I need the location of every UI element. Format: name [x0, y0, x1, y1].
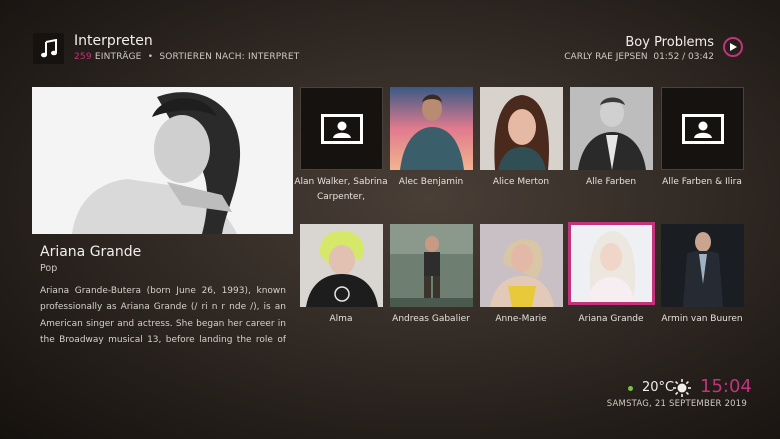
status-dot: [628, 386, 633, 391]
now-playing-title: Boy Problems: [625, 35, 714, 50]
now-playing-artist: CARLY RAE JEPSEN: [564, 52, 648, 62]
music-note-icon: [33, 33, 64, 64]
temperature: 20°C: [642, 380, 675, 395]
artist-label: Alec Benjamin: [398, 177, 464, 187]
artist-label: Andreas Gabalier: [392, 314, 470, 324]
now-playing-time: 01:52 / 03:42: [653, 52, 714, 62]
featured-artist-genre: Pop: [40, 263, 58, 274]
entries-count: 259: [74, 52, 92, 62]
play-icon: [730, 43, 737, 51]
artist-label: Alle Farben & Ilira: [662, 177, 742, 187]
artist-label: Ariana Grande: [578, 314, 644, 324]
artist-tile-alma[interactable]: [300, 224, 383, 307]
artist-label: Anne-Marie: [495, 314, 547, 324]
artist-tile-andreas-gabalier[interactable]: [390, 224, 473, 307]
image-placeholder-icon: [320, 113, 363, 144]
artist-tile-alle-farben-ilira[interactable]: [661, 87, 744, 170]
artist-tile-alec-benjamin[interactable]: [390, 87, 473, 170]
artist-tile-ariana-grande[interactable]: [568, 222, 655, 305]
artist-tile-alle-farben[interactable]: [570, 87, 653, 170]
artist-label: Armin van Buuren: [661, 314, 743, 324]
page-title: Interpreten: [74, 33, 153, 49]
now-playing-info: CARLY RAE JEPSEN 01:52 / 03:42: [564, 52, 714, 62]
artist-tile-anne-marie[interactable]: [480, 224, 563, 307]
entries-label: EINTRÄGE: [94, 52, 142, 62]
artist-label: Alle Farben: [585, 177, 637, 187]
artist-tile-alan-walker[interactable]: [300, 87, 383, 170]
artist-label: Alma: [329, 314, 353, 324]
clock-time: 15:04: [700, 376, 752, 397]
current-date: SAMSTAG, 21 SEPTEMBER 2019: [606, 399, 747, 409]
entries-info: 259 EINTRÄGE • SORTIEREN NACH: INTERPRET: [74, 52, 299, 62]
featured-artist-name: Ariana Grande: [40, 244, 142, 260]
sort-label[interactable]: SORTIEREN NACH: INTERPRET: [159, 52, 299, 62]
play-button[interactable]: [723, 37, 743, 57]
artist-label: Alice Merton: [492, 177, 550, 187]
featured-artist-bio: Ariana Grande-Butera (born June 26, 1993…: [40, 286, 286, 345]
artist-tile-armin-van-buuren[interactable]: [661, 224, 744, 307]
artist-label: Alan Walker, Sabrina Carpenter,: [294, 177, 388, 202]
separator-dot: •: [147, 52, 154, 62]
featured-artist-photo: [32, 87, 293, 234]
image-placeholder-icon: [681, 113, 724, 144]
artist-tile-alice-merton[interactable]: [480, 87, 563, 170]
sun-icon: [673, 379, 691, 401]
